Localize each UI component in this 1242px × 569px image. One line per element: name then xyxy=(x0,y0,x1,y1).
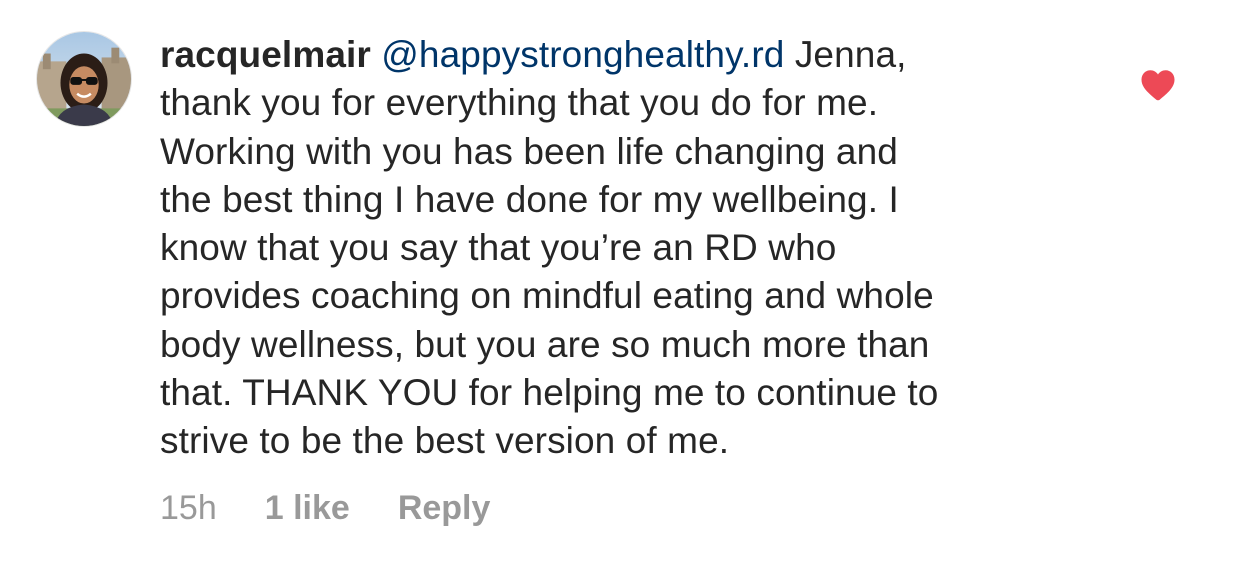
comment: racquelmair @happystronghealthy.rd Jenna… xyxy=(0,0,1242,569)
heart-icon xyxy=(1141,70,1175,101)
like-button[interactable] xyxy=(1140,68,1176,102)
reply-button[interactable]: Reply xyxy=(398,485,491,531)
comment-message: Jenna, thank you for everything that you… xyxy=(160,34,939,462)
likes-count-link[interactable]: 1 like xyxy=(265,485,350,531)
mention-link[interactable]: @happystronghealthy.rd xyxy=(381,34,784,75)
comment-text: racquelmair @happystronghealthy.rd Jenna… xyxy=(160,31,1090,466)
comment-timestamp: 15h xyxy=(160,489,217,527)
comment-meta: 15h 1 like Reply xyxy=(160,485,490,531)
profile-photo xyxy=(37,32,131,126)
avatar[interactable] xyxy=(36,31,132,127)
username-link[interactable]: racquelmair xyxy=(160,34,371,75)
